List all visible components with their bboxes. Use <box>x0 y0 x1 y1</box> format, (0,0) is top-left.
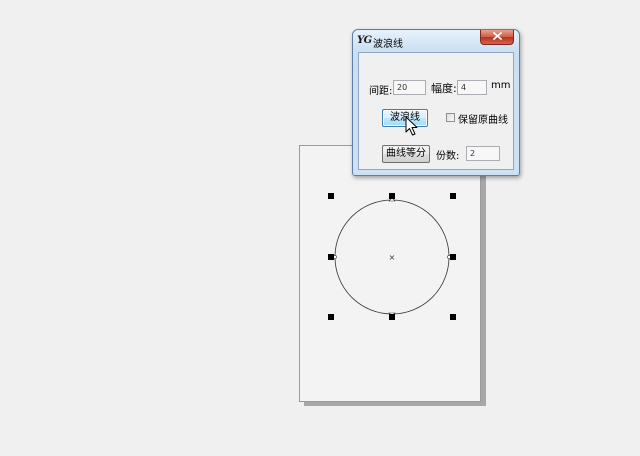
wave-line-dialog[interactable]: YG 波浪线 间距: 20 幅度: 4 mm 波浪线 保留原曲线 曲线等分 份数… <box>352 29 520 176</box>
center-marker: × <box>389 253 396 262</box>
canvas-drawing[interactable]: × <box>0 0 640 456</box>
app-logo-icon: YG <box>357 35 372 46</box>
dialog-titlebar[interactable]: YG 波浪线 <box>353 30 519 52</box>
dialog-title: 波浪线 <box>373 39 403 50</box>
handle-top-middle[interactable] <box>389 193 395 199</box>
amplitude-input[interactable]: 4 <box>457 80 487 95</box>
keep-original-curve-label: 保留原曲线 <box>458 115 508 126</box>
handle-bottom-middle[interactable] <box>389 314 395 320</box>
handle-middle-left[interactable] <box>328 254 334 260</box>
handle-middle-right[interactable] <box>450 254 456 260</box>
keep-original-curve-checkbox[interactable] <box>446 113 455 122</box>
spacing-input[interactable]: 20 <box>393 80 426 95</box>
unit-label: mm <box>491 80 511 91</box>
handle-top-left[interactable] <box>328 193 334 199</box>
close-button[interactable] <box>480 30 514 45</box>
copies-label: 份数: <box>436 151 460 162</box>
amplitude-label: 幅度: <box>431 82 457 95</box>
mouse-pointer-icon <box>405 116 418 136</box>
handle-bottom-right[interactable] <box>450 314 456 320</box>
copies-input[interactable]: 2 <box>466 146 500 161</box>
close-icon <box>493 32 502 40</box>
spacing-label: 间距: <box>369 86 393 97</box>
handle-top-right[interactable] <box>450 193 456 199</box>
divide-curve-button[interactable]: 曲线等分 <box>382 145 430 163</box>
handle-bottom-left[interactable] <box>328 314 334 320</box>
dialog-body: 间距: 20 幅度: 4 mm 波浪线 保留原曲线 曲线等分 份数: 2 <box>358 52 514 170</box>
